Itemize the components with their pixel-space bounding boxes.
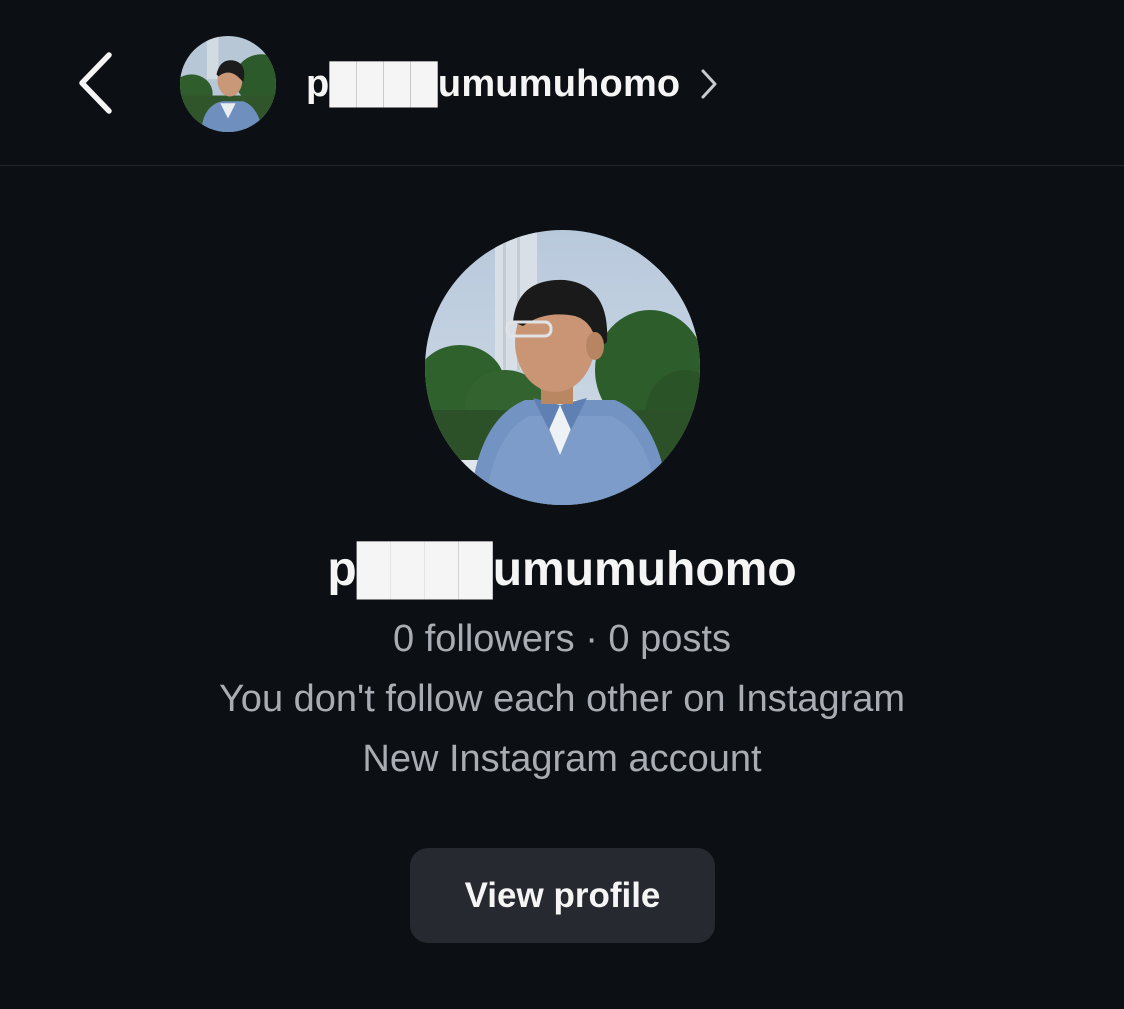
profile-avatar[interactable] bbox=[425, 230, 700, 505]
header-username: p████umumuhomo bbox=[306, 62, 681, 105]
profile-username-wrap: p████umumuhomo bbox=[0, 540, 1124, 600]
header-profile-link[interactable]: p████umumuhomo bbox=[180, 36, 718, 132]
profile-username: p████umumuhomo bbox=[327, 543, 797, 596]
profile-username-inner: p████umumuhomo bbox=[327, 540, 796, 600]
back-button[interactable] bbox=[66, 48, 126, 118]
account-status: New Instagram account bbox=[362, 738, 762, 780]
thread-header: p████umumuhomo bbox=[0, 0, 1124, 166]
view-profile-button[interactable]: View profile bbox=[410, 848, 715, 943]
avatar-photo bbox=[180, 36, 276, 132]
dm-thread-screen: p████umumuhomo p████umumuhomo 0 follower… bbox=[0, 0, 1124, 1009]
profile-photo bbox=[425, 230, 700, 505]
follow-status: You don't follow each other on Instagram bbox=[218, 678, 906, 720]
chevron-left-icon bbox=[79, 52, 112, 114]
avatar[interactable] bbox=[180, 36, 276, 132]
profile-stats: 0 followers · 0 posts bbox=[393, 618, 731, 660]
header-username-wrap: p████umumuhomo bbox=[306, 63, 680, 106]
chevron-right-icon bbox=[700, 68, 718, 100]
